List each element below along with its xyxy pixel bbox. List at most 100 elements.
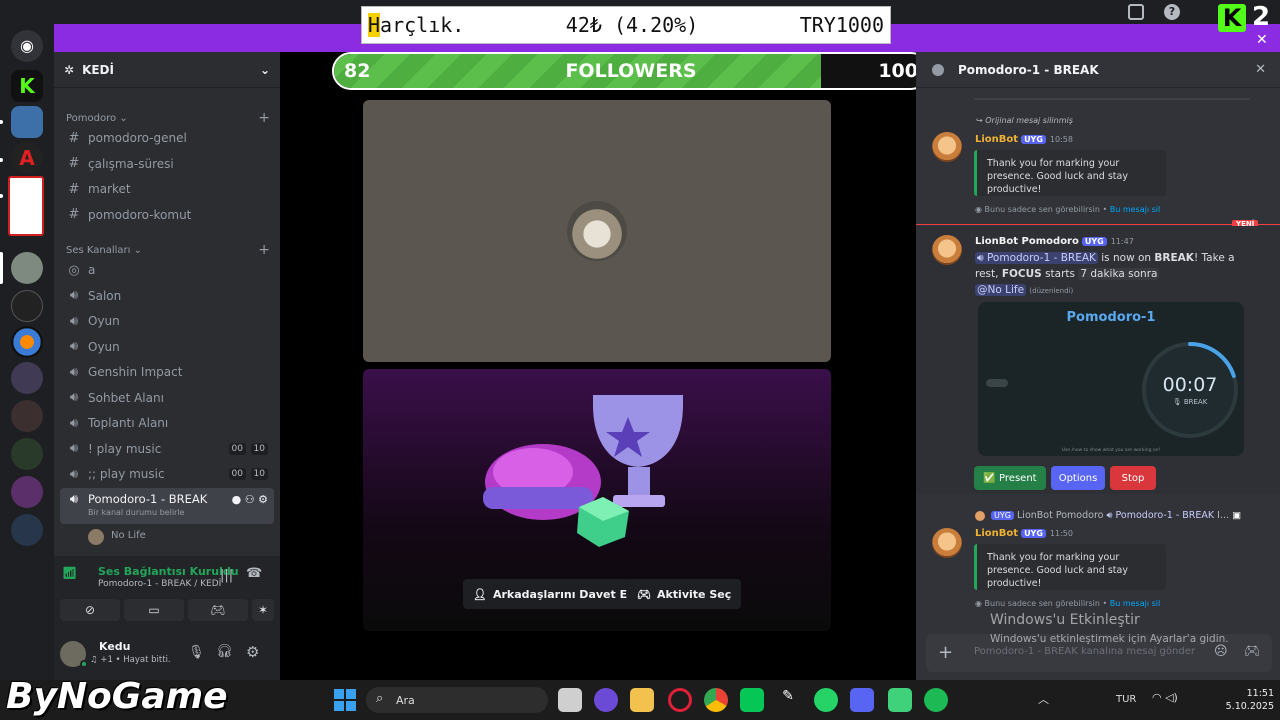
present-button[interactable]: ✅ Present bbox=[974, 466, 1046, 490]
message-author[interactable]: LionBot Pomodoro UYG 11:47 bbox=[975, 236, 1134, 247]
windows-start-icon[interactable] bbox=[334, 689, 356, 711]
user-mention[interactable]: @No Life bbox=[975, 284, 1027, 296]
ephemeral-note: ◉ Bunu sadece sen görebilirsin • Bu mesa… bbox=[975, 599, 1161, 608]
server-header[interactable]: ✲ KEDİ ⌄ bbox=[54, 52, 280, 88]
message-embed: Thank you for marking your presence. Goo… bbox=[974, 150, 1166, 196]
clock[interactable]: 11:51 5.10.2025 bbox=[1214, 687, 1274, 713]
server-fatih-kalem-icon[interactable] bbox=[8, 176, 44, 236]
server-group2-icon[interactable] bbox=[11, 400, 43, 432]
add-channel-icon[interactable]: + bbox=[258, 110, 270, 126]
choose-activity-button[interactable]: 🎮︎ Aktivite Seç bbox=[627, 579, 742, 609]
options-button[interactable]: Options bbox=[1051, 466, 1105, 490]
microphone-icon[interactable]: 🎙︎ bbox=[188, 645, 205, 660]
server-red-a-icon[interactable]: A bbox=[11, 142, 43, 174]
add-attachment-icon[interactable]: + bbox=[938, 642, 953, 663]
category-text[interactable]: Pomodoro ⌄ + bbox=[66, 110, 270, 126]
text-channel-item[interactable]: # pomodoro-genel bbox=[60, 126, 274, 150]
divider bbox=[974, 98, 1250, 100]
emoji-icon[interactable]: ☹ bbox=[1214, 644, 1228, 659]
spotify-icon[interactable] bbox=[924, 688, 948, 712]
channel-status[interactable]: Bir kanal durumu belirle bbox=[88, 508, 207, 517]
voice-channel-item[interactable]: 🔊︎ Toplantı Alanı bbox=[60, 411, 274, 435]
voice-member-name[interactable]: No Life bbox=[111, 530, 146, 541]
server-avatar-icon[interactable] bbox=[11, 106, 43, 138]
speaker-icon: 🔊︎ bbox=[69, 390, 79, 405]
server-group-icon[interactable] bbox=[11, 362, 43, 394]
server-jawels-icon[interactable] bbox=[11, 290, 43, 322]
category-label: Pomodoro bbox=[66, 112, 117, 124]
taskbar-search[interactable]: ⌕ Ara bbox=[366, 687, 548, 713]
chevron-up-icon[interactable]: ︿ bbox=[1038, 691, 1049, 707]
username[interactable]: Kedu bbox=[45, 640, 131, 653]
server-group5-icon[interactable] bbox=[11, 514, 43, 546]
user-settings-icon[interactable]: ⚙ bbox=[246, 643, 259, 661]
close-icon[interactable]: ✕ bbox=[1255, 62, 1266, 77]
opera-icon[interactable] bbox=[668, 688, 692, 712]
invite-friends-button[interactable]: 👤︎ Arkadaşlarını Davet Et bbox=[463, 579, 643, 609]
noise-suppression-icon[interactable]: ||| bbox=[220, 568, 233, 583]
category-voice[interactable]: Ses Kanalları ⌄ + bbox=[66, 242, 270, 258]
server-group3-icon[interactable] bbox=[11, 438, 43, 470]
voice-channel-item[interactable]: ◎ a bbox=[60, 258, 274, 282]
camera-off-button[interactable]: ⊘ bbox=[60, 599, 120, 621]
whatsapp-icon[interactable] bbox=[814, 688, 838, 712]
text-channel-item[interactable]: # pomodoro-komut bbox=[60, 203, 274, 227]
avatar[interactable] bbox=[932, 235, 962, 265]
close-banner-icon[interactable]: ✕ bbox=[1256, 32, 1268, 48]
voice-channel-item[interactable]: 🔊︎ Genshin Impact bbox=[60, 360, 274, 384]
pen-icon[interactable]: ✎ bbox=[776, 688, 800, 712]
gamepad-icon[interactable]: 🎮︎ bbox=[1244, 644, 1261, 659]
disconnect-icon[interactable]: ☎ bbox=[246, 566, 262, 581]
voice-channel-item[interactable]: 🔊︎ ;; play music 00 10 bbox=[60, 462, 274, 486]
app2-icon[interactable] bbox=[888, 688, 912, 712]
activity-button[interactable]: 🎮︎ bbox=[188, 599, 248, 621]
language-indicator[interactable]: TUR bbox=[1116, 694, 1136, 705]
voice-channel-item[interactable]: 🔊︎ Salon bbox=[60, 284, 274, 308]
folder-icon[interactable] bbox=[630, 688, 654, 712]
channel-actions-icon[interactable]: ● ⚇ ⚙ bbox=[232, 493, 268, 506]
voice-channel-item[interactable]: 🔊︎ Oyun bbox=[60, 309, 274, 333]
server-infinity-icon[interactable] bbox=[11, 326, 43, 358]
voice-channel-item[interactable]: 🔊︎ ! play music 00 10 bbox=[60, 437, 274, 461]
pomodoro-timer-image[interactable]: Pomodoro-1 00:07 🎙︎ BREAK Use /now to sh… bbox=[978, 302, 1244, 456]
activity-label: Aktivite Seç bbox=[656, 587, 732, 601]
dismiss-message-link[interactable]: Bu mesajı sil bbox=[1110, 599, 1161, 608]
message-author[interactable]: LionBot UYG 11:50 bbox=[975, 528, 1073, 539]
avatar bbox=[567, 201, 627, 261]
reply-reference[interactable]: UYG LionBot Pomodoro 🔊︎ Pomodoro-1 - BRE… bbox=[975, 510, 1241, 521]
soundboard-button[interactable]: ✶ bbox=[252, 599, 274, 621]
screen-share-button[interactable]: ▭ bbox=[124, 599, 184, 621]
message-author[interactable]: LionBot UYG 10:58 bbox=[975, 134, 1073, 145]
active-channel-name: Pomodoro-1 - BREAK bbox=[88, 492, 208, 506]
avatar[interactable] bbox=[932, 528, 962, 558]
voice-channel-active[interactable]: 🔊︎ Pomodoro-1 - BREAK Bir kanal durumu b… bbox=[60, 488, 274, 524]
inbox-icon[interactable] bbox=[1128, 4, 1144, 20]
app-icon[interactable] bbox=[594, 688, 618, 712]
unread-indicator bbox=[0, 158, 3, 162]
headphones-icon[interactable]: 🎧︎ bbox=[216, 644, 233, 659]
voice-channel-item[interactable]: 🔊︎ Sohbet Alanı bbox=[60, 386, 274, 410]
voice-connection-panel: 📶︎ Ses Bağlantısı Kuruldu Pomodoro-1 - B… bbox=[54, 556, 280, 632]
donation-goal-overlay: Harçlık. 42₺ (4.20%) TRY1000 bbox=[361, 6, 891, 44]
dismiss-message-link[interactable]: Bu mesajı sil bbox=[1110, 205, 1161, 214]
help-icon[interactable]: ? bbox=[1164, 4, 1180, 20]
participant-tile[interactable] bbox=[363, 100, 831, 362]
voice-channel-item[interactable]: 🔊︎ Oyun bbox=[60, 335, 274, 359]
discord-taskbar-icon[interactable] bbox=[850, 688, 874, 712]
file-icon[interactable] bbox=[558, 688, 582, 712]
chrome-icon[interactable] bbox=[704, 688, 728, 712]
voice-status-subtitle[interactable]: Pomodoro-1 - BREAK / KEDİ bbox=[98, 579, 221, 589]
server-cat-icon[interactable] bbox=[11, 252, 43, 284]
stage-icon: ◎ bbox=[68, 262, 80, 278]
stop-button[interactable]: Stop bbox=[1110, 466, 1156, 490]
add-channel-icon[interactable]: + bbox=[258, 242, 270, 258]
text-channel-item[interactable]: # market bbox=[60, 177, 274, 201]
line-icon[interactable] bbox=[740, 688, 764, 712]
server-group4-icon[interactable] bbox=[11, 476, 43, 508]
wifi-volume-icon[interactable]: ◠ ◁) bbox=[1152, 691, 1178, 704]
channel-mention[interactable]: 🔊︎ Pomodoro-1 - BREAK bbox=[975, 252, 1098, 264]
server-kick-icon[interactable]: K bbox=[11, 70, 43, 102]
text-channel-item[interactable]: # çalışma-süresi bbox=[60, 152, 274, 176]
discord-home-icon[interactable]: ◉ bbox=[11, 30, 43, 62]
avatar[interactable] bbox=[932, 132, 962, 162]
